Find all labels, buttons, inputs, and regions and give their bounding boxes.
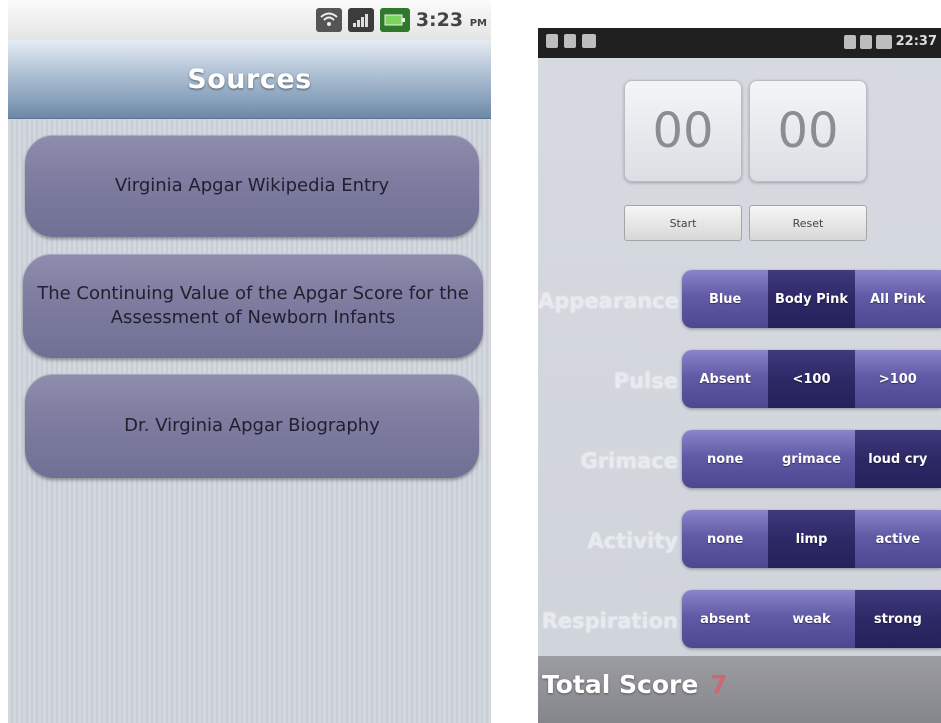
activity-option-limp[interactable]: limp (768, 510, 855, 568)
clock-time: 3:23 (415, 9, 464, 31)
respiration-selector: absent weak strong (682, 590, 941, 648)
title-bar: Sources (8, 40, 491, 119)
page-title: Sources (187, 64, 312, 95)
grimace-option-grimace[interactable]: grimace (768, 430, 855, 488)
apgar-screen: 22:37 00 00 Start Reset Appearance Blue … (538, 28, 941, 723)
source-button-biography[interactable]: Dr. Virginia Apgar Biography (25, 374, 479, 478)
activity-option-none[interactable]: none (682, 510, 769, 568)
start-button[interactable]: Start (624, 205, 742, 241)
battery-icon (875, 34, 892, 49)
appearance-option-blue[interactable]: Blue (682, 270, 769, 328)
source-button-continuing-value[interactable]: The Continuing Value of the Apgar Score … (23, 254, 483, 358)
activity-selector: none limp active (682, 510, 941, 568)
check-icon (564, 34, 576, 48)
usb-icon (582, 34, 596, 48)
pulse-option-over-100[interactable]: >100 (854, 350, 941, 408)
grimace-option-none[interactable]: none (682, 430, 769, 488)
respiration-option-absent[interactable]: absent (682, 590, 769, 648)
signal-icon (859, 34, 872, 49)
notification-icon (546, 34, 558, 48)
status-bar: 3:23 PM (8, 0, 491, 40)
wifi-icon (315, 8, 342, 32)
timer-seconds: 00 (749, 80, 867, 182)
appearance-option-all-pink[interactable]: All Pink (854, 270, 941, 328)
pulse-selector: Absent <100 >100 (682, 350, 941, 408)
pulse-option-under-100[interactable]: <100 (768, 350, 855, 408)
respiration-option-strong[interactable]: strong (854, 590, 941, 648)
clock-ampm: PM (469, 18, 487, 29)
activity-option-active[interactable]: active (854, 510, 941, 568)
grimace-selector: none grimace loud cry (682, 430, 941, 488)
respiration-label: Respiration (541, 609, 678, 633)
pulse-label: Pulse (613, 369, 678, 393)
activity-label: Activity (587, 529, 678, 553)
battery-icon (379, 8, 410, 32)
reset-button[interactable]: Reset (749, 205, 867, 241)
sources-screen: 3:23 PM Sources Virginia Apgar Wikipedia… (8, 0, 491, 723)
source-button-wikipedia[interactable]: Virginia Apgar Wikipedia Entry (25, 135, 479, 237)
appearance-selector: Blue Body Pink All Pink (682, 270, 941, 328)
appearance-option-body-pink[interactable]: Body Pink (768, 270, 855, 328)
signal-icon (347, 8, 374, 32)
clock: 3:23 PM (416, 9, 487, 31)
total-score-value: 7 (710, 670, 728, 699)
appearance-label: Appearance (538, 289, 679, 313)
grimace-option-loud-cry[interactable]: loud cry (854, 430, 941, 488)
total-score-bar: Total Score 7 (538, 656, 941, 723)
total-score-label: Total Score (542, 670, 699, 699)
pulse-option-absent[interactable]: Absent (682, 350, 769, 408)
status-bar-dark: 22:37 (538, 28, 941, 58)
grimace-label: Grimace (580, 449, 678, 473)
clock-time: 22:37 (895, 34, 937, 49)
respiration-option-weak[interactable]: weak (768, 590, 855, 648)
wifi-icon (843, 34, 856, 49)
timer-minutes: 00 (624, 80, 742, 182)
